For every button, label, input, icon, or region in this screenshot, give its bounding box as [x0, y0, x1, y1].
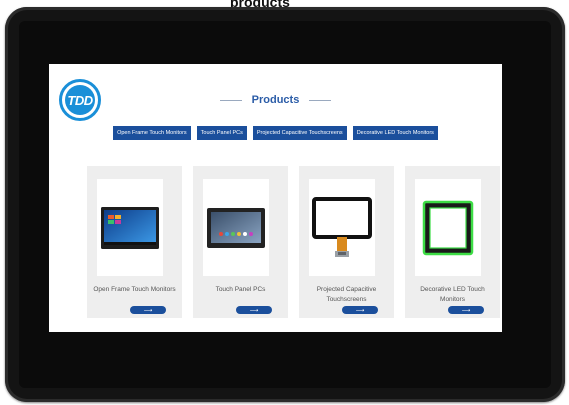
arrow-button[interactable]: ⟶ — [236, 306, 272, 314]
title-divider-left — [219, 99, 242, 101]
arrow-right-icon: ⟶ — [143, 307, 153, 314]
category-tab-decorative-led[interactable]: Decorative LED Touch Monitors — [352, 126, 438, 140]
tablet-icon — [203, 179, 269, 276]
title-divider-right — [309, 99, 332, 101]
device-screen: TDD Products Open Frame Touch Monitors T… — [49, 64, 502, 332]
product-card-projected-capacitive[interactable]: Projected Capacitive Touchscreens ⟶ — [299, 166, 394, 318]
arrow-right-icon: ⟶ — [355, 307, 365, 314]
arrow-button[interactable]: ⟶ — [342, 306, 378, 314]
touchscreen-icon — [309, 179, 375, 276]
led-frame-icon — [415, 179, 481, 276]
product-name: Projected Capacitive Touchscreens — [316, 286, 377, 303]
arrow-right-icon: ⟶ — [249, 307, 259, 314]
monitor-icon — [97, 179, 163, 276]
product-name: Open Frame Touch Monitors — [93, 286, 176, 293]
page-title: Products — [251, 94, 300, 106]
category-tab-open-frame[interactable]: Open Frame Touch Monitors — [113, 126, 191, 140]
product-cards: Open Frame Touch Monitors ⟶ Touch Panel … — [87, 166, 500, 318]
product-card-touch-panel-pc[interactable]: Touch Panel PCs ⟶ — [193, 166, 288, 318]
product-card-decorative-led[interactable]: Decorative LED Touch Monitors ⟶ — [405, 166, 500, 318]
arrow-right-icon: ⟶ — [461, 307, 471, 314]
category-tab-projected-capacitive[interactable]: Projected Capacitive Touchscreens — [252, 126, 347, 140]
arrow-button[interactable]: ⟶ — [130, 306, 166, 314]
product-name: Decorative LED Touch Monitors — [420, 286, 485, 303]
title-row: Products — [49, 94, 502, 106]
arrow-button[interactable]: ⟶ — [448, 306, 484, 314]
category-tab-touch-panel-pcs[interactable]: Touch Panel PCs — [196, 126, 247, 140]
category-tabs: Open Frame Touch Monitors Touch Panel PC… — [49, 126, 502, 140]
product-name: Touch Panel PCs — [215, 286, 266, 293]
product-card-open-frame[interactable]: Open Frame Touch Monitors ⟶ — [87, 166, 182, 318]
